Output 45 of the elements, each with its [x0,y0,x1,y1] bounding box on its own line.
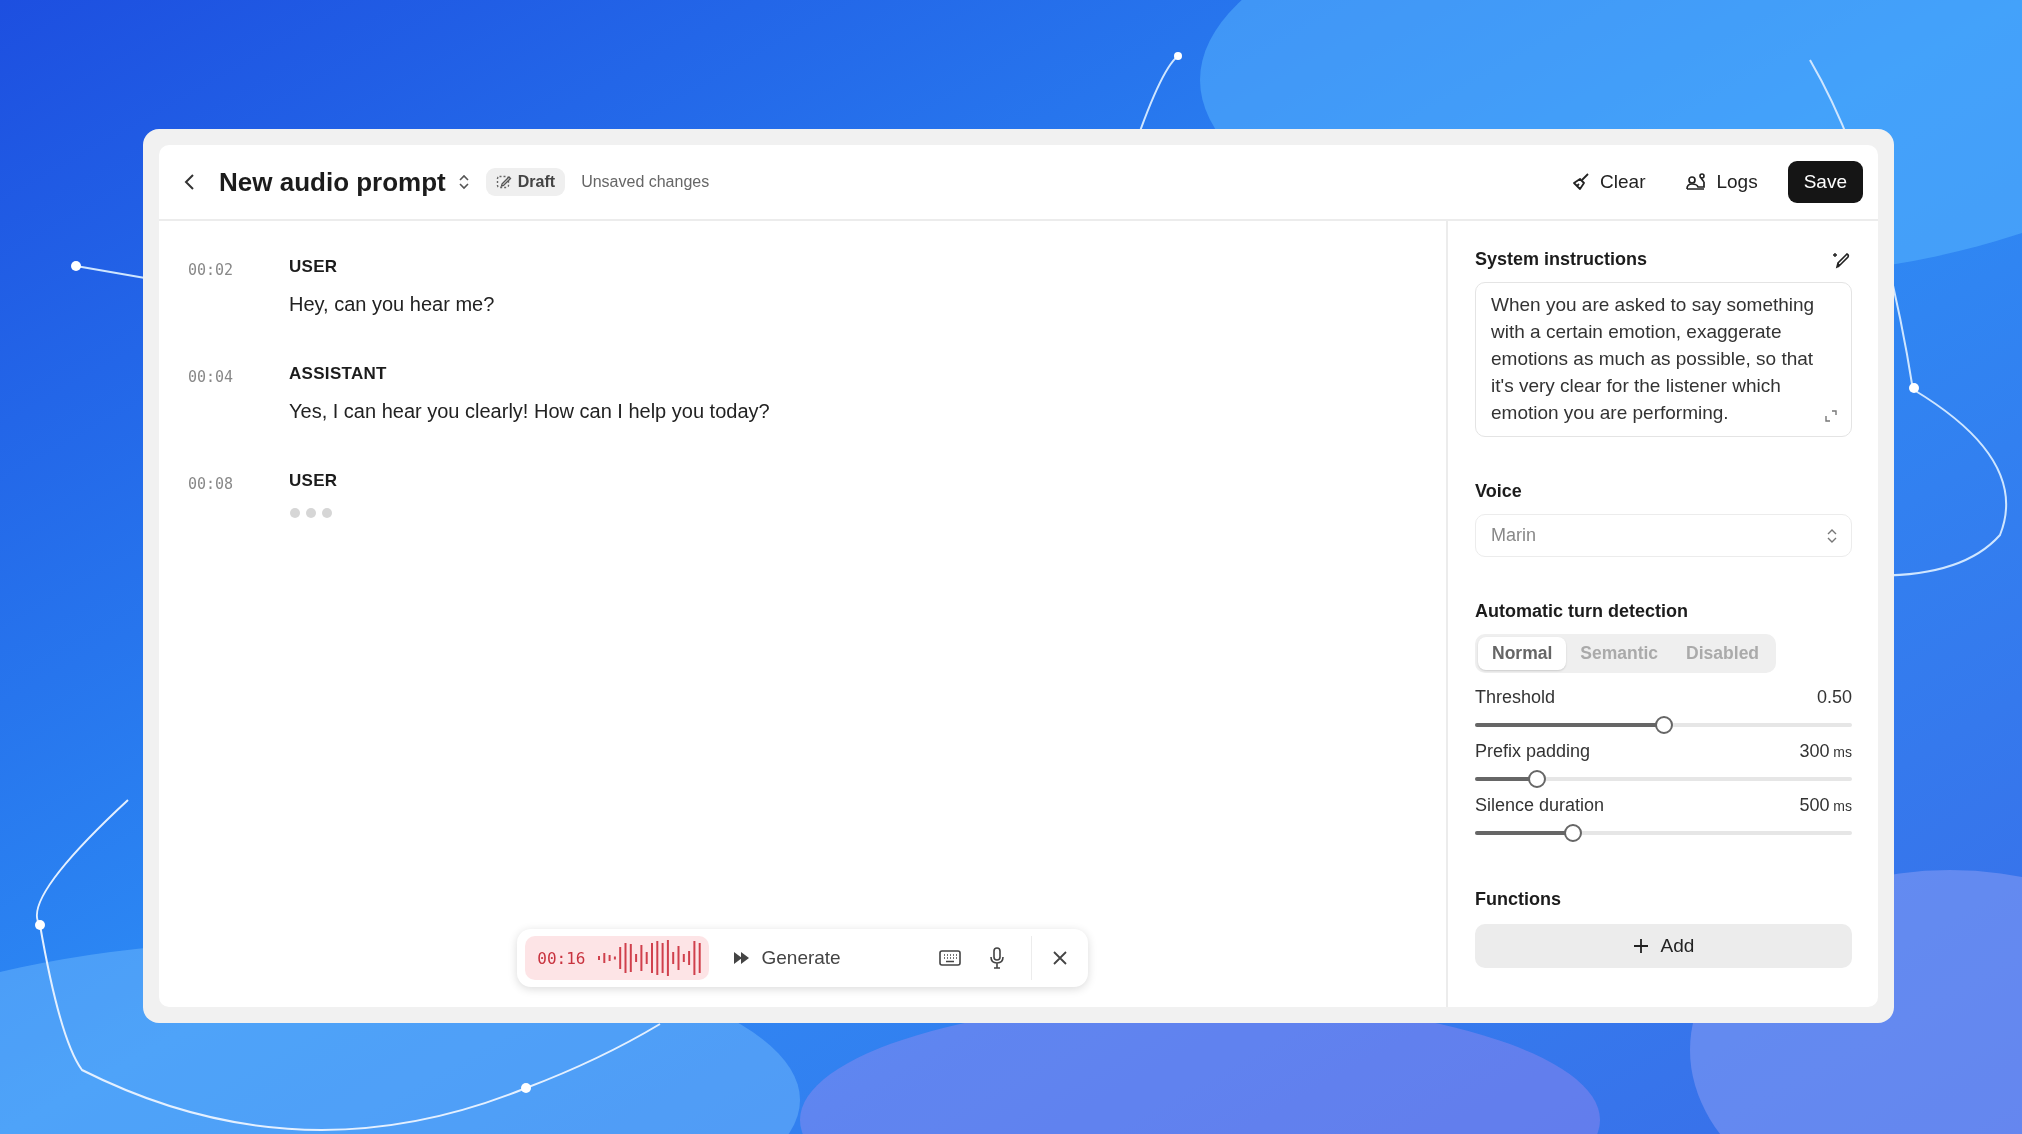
generate-button[interactable]: Generate [709,941,855,975]
chevron-updown-icon[interactable] [457,173,470,191]
slider-thumb[interactable] [1654,716,1673,734]
save-button[interactable]: Save [1787,161,1863,203]
instructions-text: When you are asked to say something with a certain emotion, exaggerate emotions as much as possible, so that it's very clear for the listener which emotion you are performing. [1491,294,1815,423]
draft-label: Draft [517,173,556,191]
slider-thumb[interactable] [1528,770,1547,788]
section-heading: Functions [1475,889,1561,910]
close-icon [1051,950,1068,966]
add-function-button[interactable]: Add [1475,924,1852,968]
slider-label: Silence duration [1475,795,1605,816]
back-icon [183,173,197,191]
logs-button[interactable]: Logs [1675,165,1768,199]
message-text: Yes, I can hear you clearly! How can I help you today? [289,400,770,423]
chevron-updown-icon [1827,528,1837,543]
speaker-label: ASSISTANT [289,364,387,384]
recording-timer: 00:16 [537,948,586,968]
clear-button[interactable]: Clear [1561,165,1656,199]
instructions-field[interactable]: When you are asked to say something with a certain emotion, exaggerate emotions as much as possible, so that it's very clear for the listener which emotion you are performing. [1475,282,1852,437]
speaker-label: USER [289,257,338,277]
plus-icon [1632,938,1649,954]
slider-value: 300 ms [1799,741,1852,762]
voice-select[interactable]: Marin [1475,514,1852,557]
timestamp: 00:02 [188,260,235,279]
expand-icon[interactable] [1825,410,1837,422]
section-heading: Automatic turn detection [1475,601,1688,622]
slider-label: Prefix padding [1475,741,1591,762]
section-heading: Voice [1475,481,1522,502]
speaker-label: USER [289,471,338,491]
section-heading: System instructions [1475,249,1648,270]
slider-value: 500 ms [1799,795,1852,816]
unsaved-status: Unsaved changes [581,173,710,191]
people-icon [1685,172,1708,192]
broom-icon [1571,172,1592,192]
slider-label: Threshold [1475,687,1556,708]
message-text: Hey, can you hear me? [289,293,495,316]
timestamp: 00:04 [188,367,235,386]
prompt-title: New audio prompt [219,166,446,198]
mode-tab[interactable]: Normal [1478,637,1567,670]
slider-thumb[interactable] [1564,824,1582,842]
pencil-icon [495,174,512,190]
timestamp: 00:08 [188,474,235,493]
microphone-icon [988,947,1005,969]
slider-value: 0.50 [1816,687,1852,708]
keyboard-icon [938,950,961,966]
